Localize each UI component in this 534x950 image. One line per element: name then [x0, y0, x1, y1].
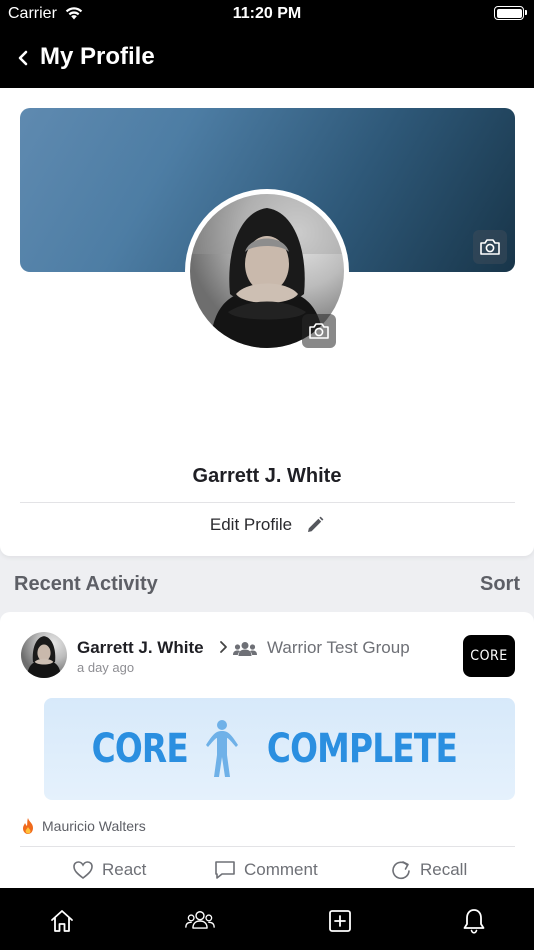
reactor-name: Mauricio Walters	[42, 818, 146, 834]
comment-label: Comment	[244, 860, 318, 879]
activity-post: Garrett J. White Warrior Test Group a da…	[0, 612, 534, 902]
group-icon	[233, 642, 257, 656]
people-icon	[185, 911, 215, 929]
tab-groups[interactable]	[185, 906, 215, 936]
tab-home[interactable]	[47, 906, 77, 936]
top-bar: Carrier 11:20 PM My Profile	[0, 0, 534, 88]
page-title: My Profile	[40, 43, 155, 70]
chevron-right-icon	[220, 641, 227, 653]
recent-activity-heading: Recent Activity	[14, 573, 158, 595]
post-timestamp: a day ago	[77, 660, 135, 675]
post-author-avatar[interactable]	[21, 632, 67, 678]
banner-text-left: CORE	[91, 726, 188, 772]
camera-icon	[309, 323, 329, 339]
edit-profile-label: Edit Profile	[209, 515, 293, 534]
react-label: React	[102, 860, 147, 879]
sort-button[interactable]: Sort	[480, 573, 520, 596]
fire-icon	[23, 818, 33, 834]
profile-name: Garrett J. White	[192, 465, 342, 487]
bell-icon	[463, 909, 485, 934]
clock: 11:20 PM	[232, 5, 302, 22]
back-chevron-icon[interactable]	[14, 44, 34, 72]
divider	[20, 502, 515, 503]
tab-notifications[interactable]	[459, 906, 489, 936]
recall-button[interactable]: Recall	[390, 860, 467, 880]
avatar-camera-button[interactable]	[302, 314, 336, 348]
post-group-name[interactable]: Warrior Test Group	[267, 638, 410, 658]
edit-profile-button[interactable]: Edit Profile	[0, 515, 534, 535]
home-icon	[51, 910, 73, 932]
banner-text-right: COMPLETE	[267, 726, 458, 772]
recall-icon	[392, 861, 410, 880]
comment-button[interactable]: Comment	[214, 860, 318, 880]
recall-label: Recall	[420, 860, 468, 879]
post-actions: React Comment Recall	[0, 860, 534, 886]
tab-create-post[interactable]	[325, 906, 355, 936]
status-bar: Carrier 11:20 PM	[0, 0, 534, 28]
bottom-tab-bar	[0, 888, 534, 950]
avatar-photo	[26, 636, 62, 678]
divider	[20, 846, 515, 847]
reaction-summary[interactable]: Mauricio Walters	[20, 817, 146, 835]
battery-icon	[494, 6, 527, 20]
heart-icon	[73, 861, 93, 880]
group-badge[interactable]: CORE	[463, 635, 515, 677]
add-post-icon	[329, 910, 351, 932]
pencil-icon	[308, 516, 324, 532]
comment-icon	[215, 861, 235, 879]
human-figure-icon	[206, 720, 239, 777]
cover-camera-button[interactable]	[473, 230, 507, 264]
react-button[interactable]: React	[72, 860, 146, 880]
camera-icon	[480, 239, 500, 255]
post-image-banner[interactable]: CORE COMPLETE	[44, 698, 515, 800]
post-author-name[interactable]: Garrett J. White	[77, 638, 204, 658]
profile-card: Garrett J. White Edit Profile	[0, 88, 534, 556]
